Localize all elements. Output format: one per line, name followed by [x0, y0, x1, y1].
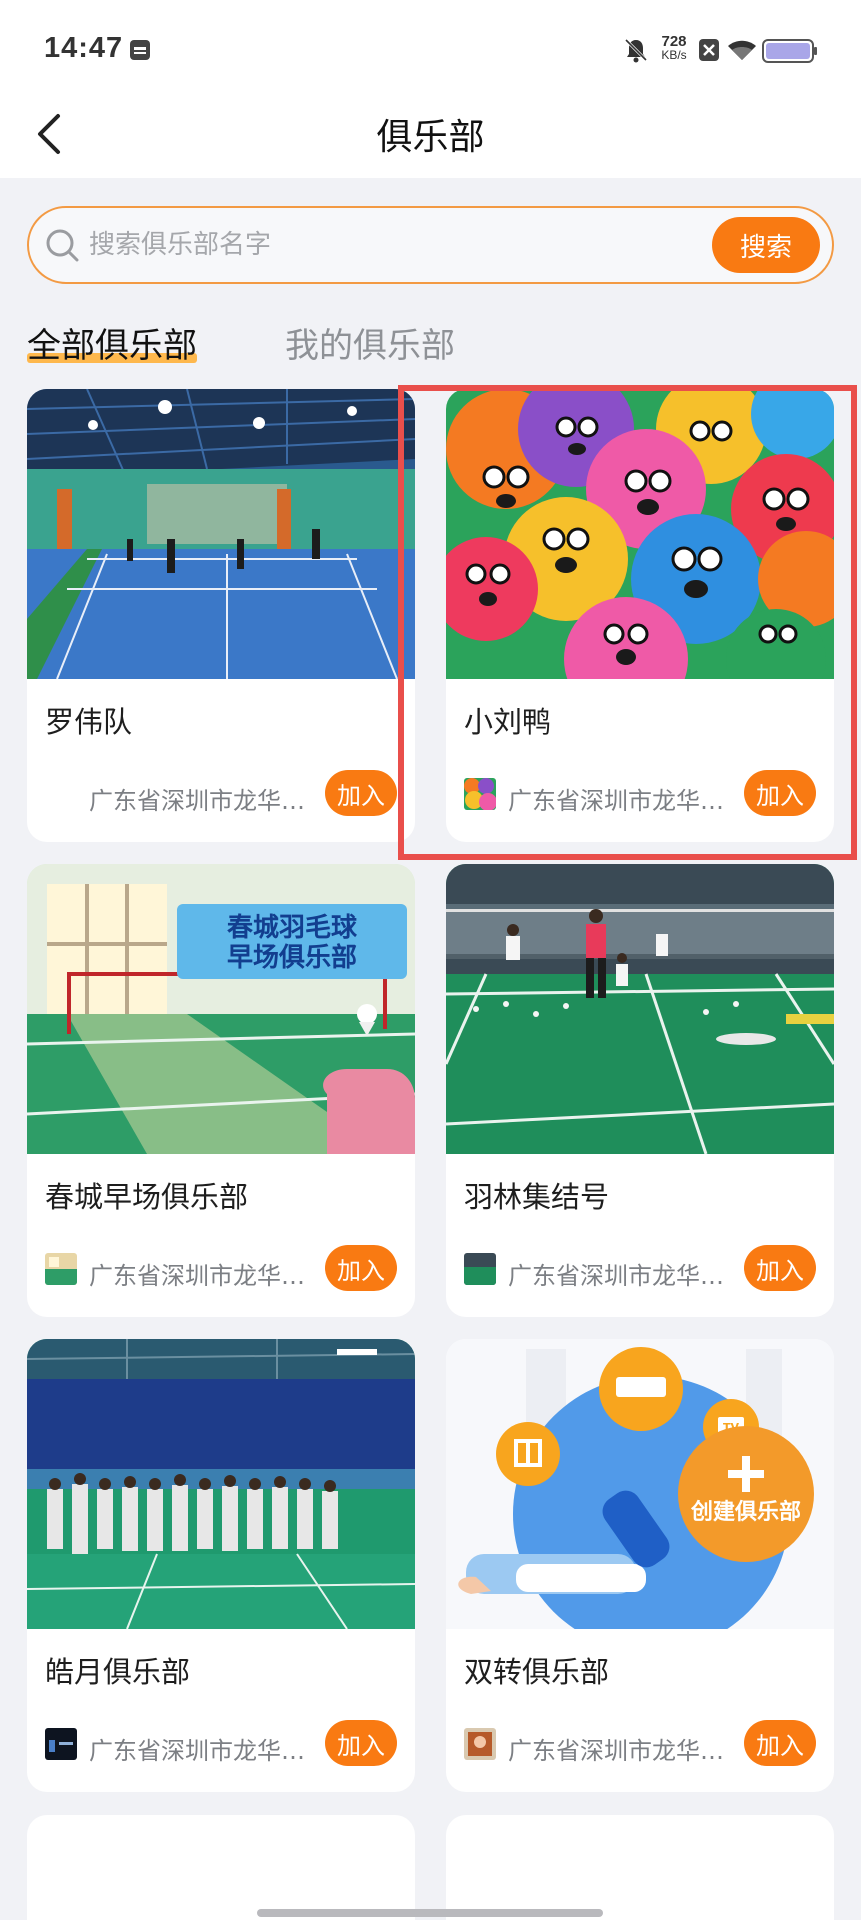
club-avatar	[464, 1253, 496, 1285]
club-card[interactable]: 春城羽毛球 早场俱乐部 春城早场俱乐部 广东省深圳市龙华… 加入	[27, 864, 415, 1317]
club-avatar	[45, 1728, 77, 1760]
club-cover-image	[446, 389, 834, 679]
club-card-partial[interactable]	[27, 1815, 415, 1920]
status-time: 14:47	[44, 32, 124, 64]
club-name: 双转俱乐部	[464, 1655, 610, 1689]
club-cover-image	[446, 864, 834, 1154]
bell-muted-icon	[624, 38, 648, 63]
club-cover-image: TV 创建俱乐部	[446, 1339, 834, 1629]
header-area: 14:47 728 KB/s 俱乐部	[0, 0, 861, 178]
club-card[interactable]: 羽林集结号 广东省深圳市龙华… 加入	[446, 864, 834, 1317]
club-location: 广东省深圳市龙华…	[508, 1737, 724, 1765]
club-avatar	[464, 1728, 496, 1760]
banner-text-line1: 春城羽毛球	[227, 913, 358, 943]
join-button[interactable]: 加入	[744, 770, 816, 816]
create-club-badge-text: 创建俱乐部	[690, 1499, 801, 1525]
tab-all-clubs-label: 全部俱乐部	[27, 326, 197, 366]
club-card[interactable]: TV 创建俱乐部 双转俱乐部 广东省深圳市龙华… 加入	[446, 1339, 834, 1792]
join-button[interactable]: 加入	[744, 1720, 816, 1766]
club-card[interactable]: 皓月俱乐部 广东省深圳市龙华… 加入	[27, 1339, 415, 1792]
page-title: 俱乐部	[376, 117, 485, 158]
search-input[interactable]	[89, 218, 709, 272]
banner-text-line2: 早场俱乐部	[227, 942, 357, 973]
network-speed: 728 KB/s	[657, 34, 691, 61]
club-location: 广东省深圳市龙华…	[89, 787, 305, 815]
club-location: 广东省深圳市龙华…	[89, 1262, 305, 1290]
club-name: 春城早场俱乐部	[45, 1180, 249, 1214]
club-location: 广东省深圳市龙华…	[508, 787, 724, 815]
join-button[interactable]: 加入	[325, 1245, 397, 1291]
club-name: 羽林集结号	[464, 1180, 610, 1214]
club-avatar	[464, 778, 496, 810]
club-name: 小刘鸭	[464, 705, 552, 739]
club-card[interactable]: 罗伟队 广东省深圳市龙华… 加入	[27, 389, 415, 842]
club-location: 广东省深圳市龙华…	[89, 1737, 305, 1765]
navigation-bar: 俱乐部	[0, 100, 861, 178]
join-button[interactable]: 加入	[744, 1245, 816, 1291]
tab-all-clubs[interactable]: 全部俱乐部	[27, 318, 197, 367]
search-icon	[46, 229, 79, 262]
home-indicator[interactable]	[257, 1909, 603, 1917]
search-bar: 搜索	[27, 206, 834, 284]
club-card-partial[interactable]	[446, 1815, 834, 1920]
status-bar: 14:47 728 KB/s	[0, 0, 861, 100]
join-button[interactable]: 加入	[325, 770, 397, 816]
network-speed-unit: KB/s	[661, 48, 687, 62]
club-avatar	[45, 1253, 77, 1285]
sim-disabled-icon	[699, 39, 719, 61]
battery-icon	[762, 39, 817, 63]
club-cover-image	[27, 1339, 415, 1629]
search-button[interactable]: 搜索	[712, 217, 820, 273]
club-location: 广东省深圳市龙华…	[508, 1262, 724, 1290]
network-speed-value: 728	[661, 33, 687, 50]
calendar-notification-icon	[130, 40, 150, 60]
club-name: 皓月俱乐部	[45, 1655, 191, 1689]
join-button[interactable]: 加入	[325, 1720, 397, 1766]
club-cover-image	[27, 389, 415, 679]
tab-my-clubs[interactable]: 我的俱乐部	[285, 318, 455, 367]
club-card[interactable]: 小刘鸭 广东省深圳市龙华… 加入	[446, 389, 834, 842]
club-cover-image: 春城羽毛球 早场俱乐部	[27, 864, 415, 1154]
club-name: 罗伟队	[45, 705, 133, 739]
tab-my-clubs-label: 我的俱乐部	[285, 326, 455, 366]
wifi-icon	[728, 40, 756, 60]
